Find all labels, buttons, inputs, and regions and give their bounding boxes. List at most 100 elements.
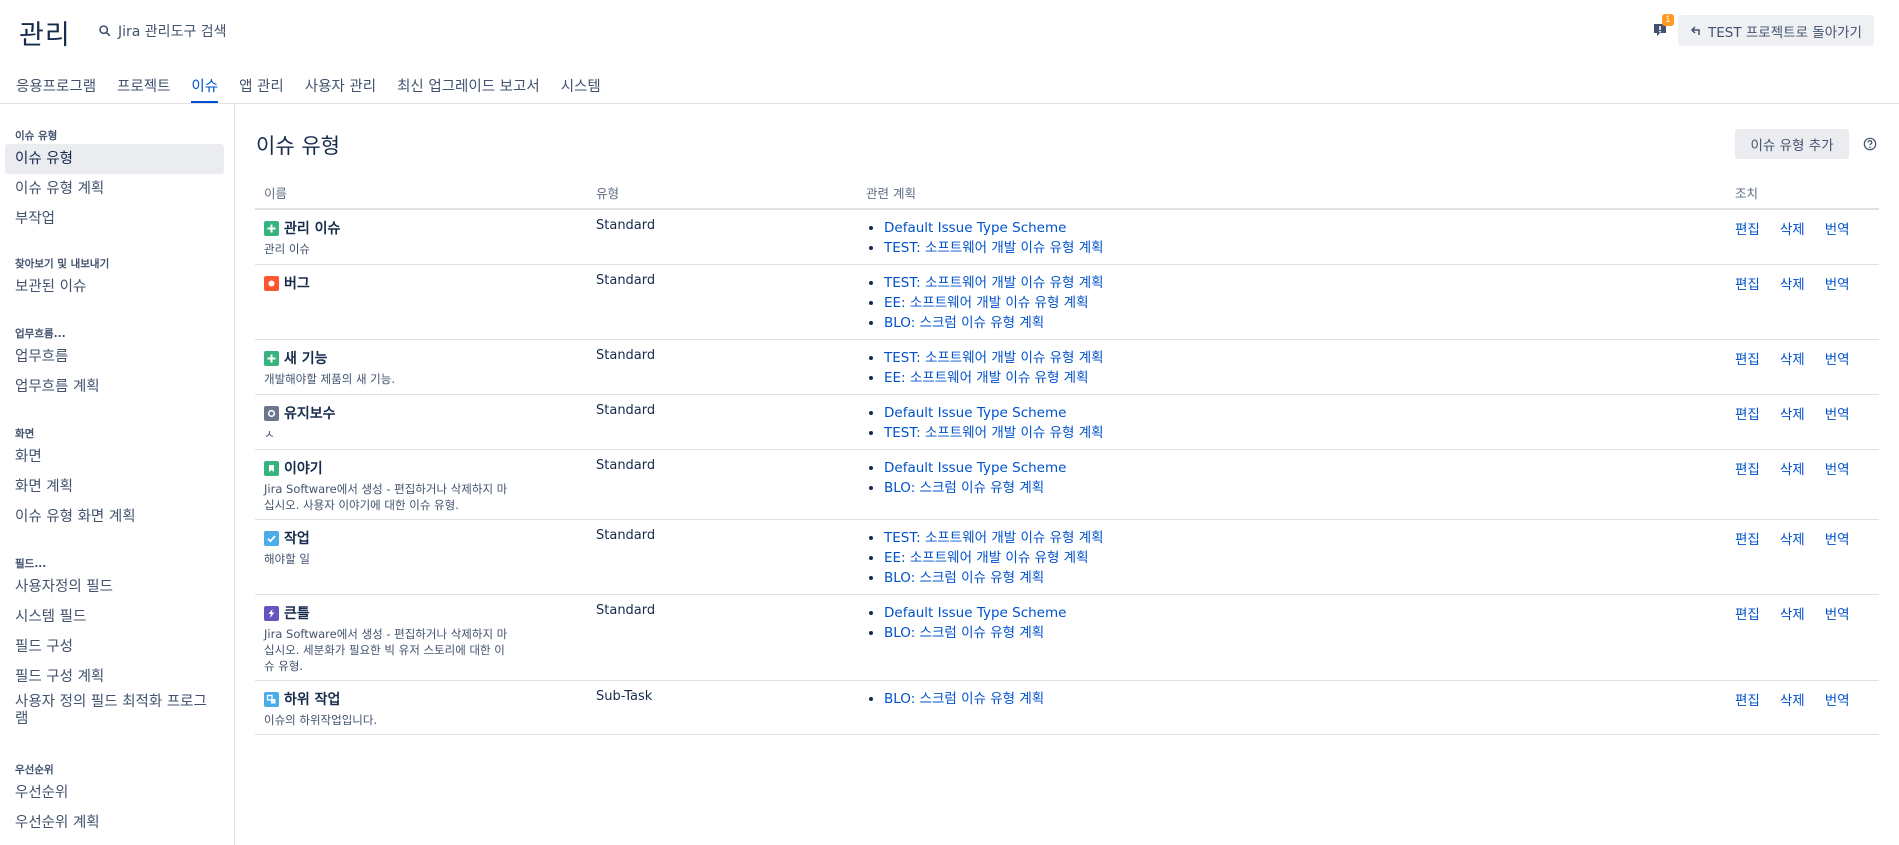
issue-type-name: 새 기능 (284, 351, 328, 367)
edit-link[interactable]: 편집 (1735, 273, 1760, 293)
scheme-link[interactable]: EE: 소프트웨어 개발 이슈 유형 계획 (884, 370, 1089, 386)
delete-link[interactable]: 삭제 (1780, 348, 1805, 368)
tab-upgrade-report[interactable]: 최신 업그레이드 보고서 (397, 62, 540, 103)
scheme-link[interactable]: TEST: 소프트웨어 개발 이슈 유형 계획 (884, 240, 1104, 256)
scheme-list-item: TEST: 소프트웨어 개발 이슈 유형 계획 (884, 348, 1717, 368)
column-header-actions: 조치 (1726, 177, 1879, 210)
scheme-list-item: BLO: 스크럼 이슈 유형 계획 (884, 689, 1717, 709)
sidebar-item-subtasks[interactable]: 부작업 (5, 204, 224, 234)
back-button-label: TEST 프로젝트로 돌아가기 (1708, 24, 1862, 41)
scheme-list-item: Default Issue Type Scheme (884, 603, 1717, 623)
issue-type-description: 관리 이슈 (264, 242, 310, 256)
app-title: 관리 (19, 20, 71, 51)
translate-link[interactable]: 번역 (1825, 603, 1850, 623)
edit-link[interactable]: 편집 (1735, 528, 1760, 548)
scheme-list: TEST: 소프트웨어 개발 이슈 유형 계획 EE: 소프트웨어 개발 이슈 유… (866, 273, 1717, 333)
scheme-link[interactable]: TEST: 소프트웨어 개발 이슈 유형 계획 (884, 425, 1104, 441)
translate-link[interactable]: 번역 (1825, 273, 1850, 293)
back-to-project-button[interactable]: TEST 프로젝트로 돌아가기 (1678, 15, 1874, 46)
column-header-schemes: 관련 계획 (857, 177, 1726, 210)
sidebar-item-issue-types[interactable]: 이슈 유형 (5, 144, 224, 174)
sidebar-item-priority-schemes[interactable]: 우선순위 계획 (5, 808, 224, 838)
scheme-link[interactable]: EE: 소프트웨어 개발 이슈 유형 계획 (884, 550, 1089, 566)
delete-link[interactable]: 삭제 (1780, 528, 1805, 548)
delete-link[interactable]: 삭제 (1780, 218, 1805, 238)
help-icon[interactable] (1863, 137, 1877, 151)
translate-link[interactable]: 번역 (1825, 528, 1850, 548)
search-icon (99, 25, 111, 37)
tab-apps[interactable]: 앱 관리 (239, 62, 284, 103)
bolt-icon (264, 605, 279, 621)
scheme-list-item: BLO: 스크럼 이슈 유형 계획 (884, 313, 1717, 333)
issue-type-kind: Sub-Task (596, 689, 653, 704)
scheme-link[interactable]: TEST: 소프트웨어 개발 이슈 유형 계획 (884, 530, 1104, 546)
translate-link[interactable]: 번역 (1825, 458, 1850, 478)
translate-link[interactable]: 번역 (1825, 689, 1850, 709)
translate-link[interactable]: 번역 (1825, 348, 1850, 368)
edit-link[interactable]: 편집 (1735, 403, 1760, 423)
sidebar-item-workflows[interactable]: 업무흐름 (5, 342, 224, 372)
delete-link[interactable]: 삭제 (1780, 689, 1805, 709)
sidebar-item-workflow-schemes[interactable]: 업무흐름 계획 (5, 372, 224, 402)
bug-icon (264, 275, 279, 291)
issue-type-name: 하위 작업 (284, 692, 341, 708)
admin-tabs: 응용프로그램 프로젝트 이슈 앱 관리 사용자 관리 최신 업그레이드 보고서 … (16, 62, 601, 103)
scheme-link[interactable]: BLO: 스크럼 이슈 유형 계획 (884, 691, 1044, 707)
scheme-link[interactable]: BLO: 스크럼 이슈 유형 계획 (884, 625, 1044, 641)
scheme-link[interactable]: Default Issue Type Scheme (884, 405, 1066, 421)
admin-search[interactable]: Jira 관리도구 검색 (98, 21, 227, 41)
tab-applications[interactable]: 응용프로그램 (16, 62, 96, 103)
issue-type-kind: Standard (596, 218, 656, 233)
name-cell: 버그 (255, 264, 587, 340)
sidebar-group-browse-export: 찾아보기 및 내보내기 (15, 258, 110, 270)
sidebar-item-field-configuration-schemes[interactable]: 필드 구성 계획 (5, 662, 224, 692)
scheme-link[interactable]: TEST: 소프트웨어 개발 이슈 유형 계획 (884, 350, 1104, 366)
scheme-list: TEST: 소프트웨어 개발 이슈 유형 계획 EE: 소프트웨어 개발 이슈 유… (866, 528, 1717, 588)
scheme-link[interactable]: EE: 소프트웨어 개발 이슈 유형 계획 (884, 295, 1089, 311)
issue-type-description: 개발해야할 제품의 새 기능. (264, 372, 396, 386)
scheme-link[interactable]: TEST: 소프트웨어 개발 이슈 유형 계획 (884, 275, 1104, 291)
sidebar-item-issue-type-schemes[interactable]: 이슈 유형 계획 (5, 174, 224, 204)
delete-link[interactable]: 삭제 (1780, 603, 1805, 623)
edit-link[interactable]: 편집 (1735, 348, 1760, 368)
tab-issues[interactable]: 이슈 (191, 62, 218, 103)
sidebar-item-field-configurations[interactable]: 필드 구성 (5, 632, 224, 662)
add-issue-type-button[interactable]: 이슈 유형 추가 (1735, 129, 1849, 159)
notifications-button[interactable]: 1 (1651, 14, 1674, 40)
scheme-link[interactable]: Default Issue Type Scheme (884, 605, 1066, 621)
edit-link[interactable]: 편집 (1735, 458, 1760, 478)
edit-link[interactable]: 편집 (1735, 689, 1760, 709)
scheme-link[interactable]: Default Issue Type Scheme (884, 220, 1066, 236)
plus-icon (264, 220, 279, 236)
edit-link[interactable]: 편집 (1735, 603, 1760, 623)
tab-user-management[interactable]: 사용자 관리 (305, 62, 376, 103)
edit-link[interactable]: 편집 (1735, 218, 1760, 238)
issue-type-kind: Standard (596, 348, 656, 363)
translate-link[interactable]: 번역 (1825, 218, 1850, 238)
sidebar-item-system-fields[interactable]: 시스템 필드 (5, 602, 224, 632)
sidebar-item-screens[interactable]: 화면 (5, 442, 224, 472)
scheme-list-item: TEST: 소프트웨어 개발 이슈 유형 계획 (884, 273, 1717, 293)
sidebar-item-screen-schemes[interactable]: 화면 계획 (5, 472, 224, 502)
tab-projects[interactable]: 프로젝트 (117, 62, 170, 103)
type-cell: Standard (587, 449, 857, 520)
scheme-list-item: TEST: 소프트웨어 개발 이슈 유형 계획 (884, 528, 1717, 548)
scheme-link[interactable]: BLO: 스크럼 이슈 유형 계획 (884, 315, 1044, 331)
sidebar-item-issue-type-screen-schemes[interactable]: 이슈 유형 화면 계획 (5, 502, 224, 532)
translate-link[interactable]: 번역 (1825, 403, 1850, 423)
delete-link[interactable]: 삭제 (1780, 403, 1805, 423)
sidebar-item-custom-fields[interactable]: 사용자정의 필드 (5, 572, 224, 602)
sidebar-item-archived-issues[interactable]: 보관된 이슈 (5, 272, 224, 302)
sidebar-item-custom-field-optimizer[interactable]: 사용자 정의 필드 최적화 프로그램 (5, 694, 215, 728)
delete-link[interactable]: 삭제 (1780, 273, 1805, 293)
table-row: 하위 작업 이슈의 하위작업입니다. Sub-Task BLO: 스크럼 이슈 … (255, 680, 1879, 735)
delete-link[interactable]: 삭제 (1780, 458, 1805, 478)
scheme-link[interactable]: BLO: 스크럼 이슈 유형 계획 (884, 570, 1044, 586)
subtask-icon (264, 691, 279, 707)
scheme-link[interactable]: Default Issue Type Scheme (884, 460, 1066, 476)
scheme-list-item: EE: 소프트웨어 개발 이슈 유형 계획 (884, 293, 1717, 313)
scheme-list-item: EE: 소프트웨어 개발 이슈 유형 계획 (884, 368, 1717, 388)
tab-system[interactable]: 시스템 (561, 62, 601, 103)
scheme-link[interactable]: BLO: 스크럼 이슈 유형 계획 (884, 480, 1044, 496)
sidebar-item-priorities[interactable]: 우선순위 (5, 778, 224, 808)
